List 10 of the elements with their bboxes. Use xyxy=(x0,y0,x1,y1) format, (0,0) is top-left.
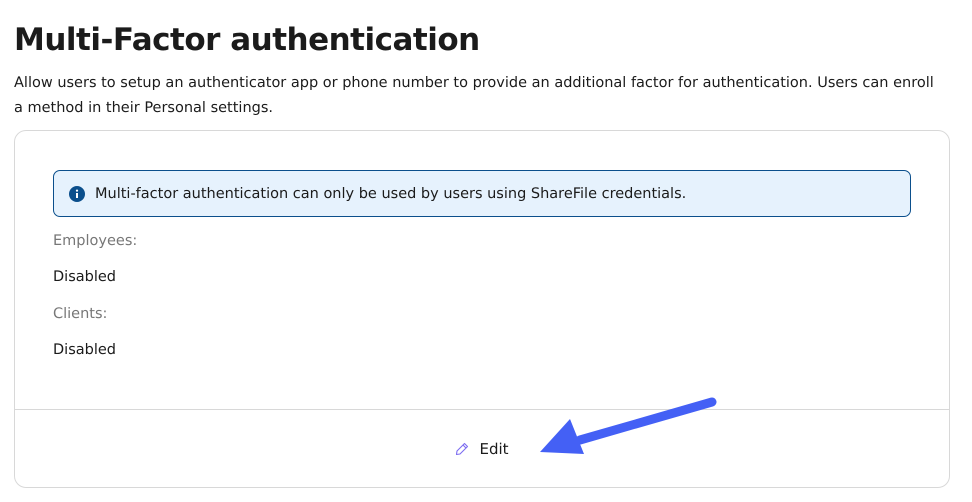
page-title: Multi-Factor authentication xyxy=(14,22,481,58)
setting-label: Employees: xyxy=(53,232,138,251)
pencil-icon xyxy=(455,442,470,456)
page-description: Allow users to setup an authenticator app or phone number to provide an additional factor for authentication. Users can enroll a method in their Personal settings. xyxy=(14,74,935,118)
notice-text: Multi-factor authentication can only be used by users using ShareFile credentials. xyxy=(95,186,686,202)
info-icon xyxy=(69,186,85,202)
setting-label: Clients: xyxy=(53,305,108,324)
setting-value: Disabled xyxy=(53,341,117,360)
setting-value: Disabled xyxy=(53,268,117,287)
edit-button[interactable]: Edit xyxy=(449,436,515,462)
